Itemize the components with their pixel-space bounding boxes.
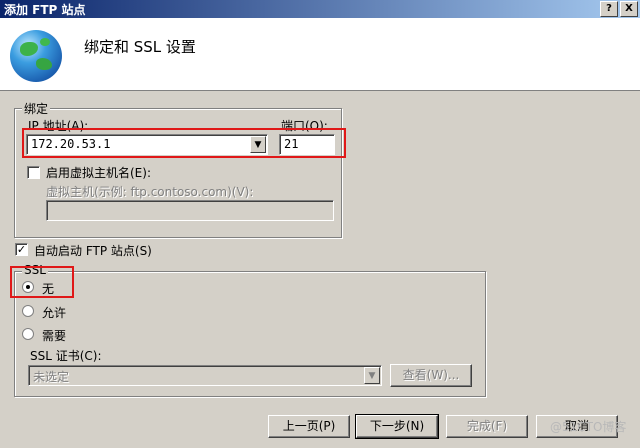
window-title: 添加 FTP 站点 xyxy=(4,3,86,17)
help-button[interactable]: ? xyxy=(600,1,618,17)
close-button[interactable]: X xyxy=(620,1,638,17)
watermark: @51CTO博客 xyxy=(550,420,627,434)
ssl-allow-label: 允许 xyxy=(42,306,67,320)
virtual-host-checkbox-label: 启用虚拟主机名(E): xyxy=(46,166,151,180)
ssl-require-radio[interactable] xyxy=(22,328,34,340)
ssl-cert-dropdown[interactable]: 未选定 ▼ xyxy=(28,365,382,386)
finish-button[interactable]: 完成(F) xyxy=(446,415,528,438)
ssl-require-label: 需要 xyxy=(42,329,67,343)
virtual-host-field-label: 虚拟主机(示例: ftp.contoso.com)(V): xyxy=(46,185,254,199)
next-button[interactable]: 下一步(N) xyxy=(355,414,439,439)
ssl-allow-radio[interactable] xyxy=(22,305,34,317)
auto-start-label: 自动启动 FTP 站点(S) xyxy=(34,244,152,258)
highlight-box-ssl xyxy=(10,266,74,298)
prev-button[interactable]: 上一页(P) xyxy=(268,415,350,438)
globe-icon xyxy=(10,30,62,82)
title-bar: 添加 FTP 站点 ? X xyxy=(0,0,640,18)
highlight-box-binding xyxy=(22,128,346,158)
chevron-down-icon[interactable]: ▼ xyxy=(364,367,380,384)
virtual-host-checkbox[interactable] xyxy=(27,166,40,179)
page-title: 绑定和 SSL 设置 xyxy=(84,38,196,56)
ssl-cert-label: SSL 证书(C): xyxy=(30,349,102,363)
auto-start-checkbox[interactable]: ✓ xyxy=(15,243,28,256)
ssl-cert-value: 未选定 xyxy=(33,370,70,384)
binding-group-label: 绑定 xyxy=(22,100,51,117)
virtual-host-input[interactable] xyxy=(46,200,334,221)
wizard-header: 绑定和 SSL 设置 xyxy=(0,18,640,91)
view-cert-button[interactable]: 查看(W)... xyxy=(390,364,472,387)
